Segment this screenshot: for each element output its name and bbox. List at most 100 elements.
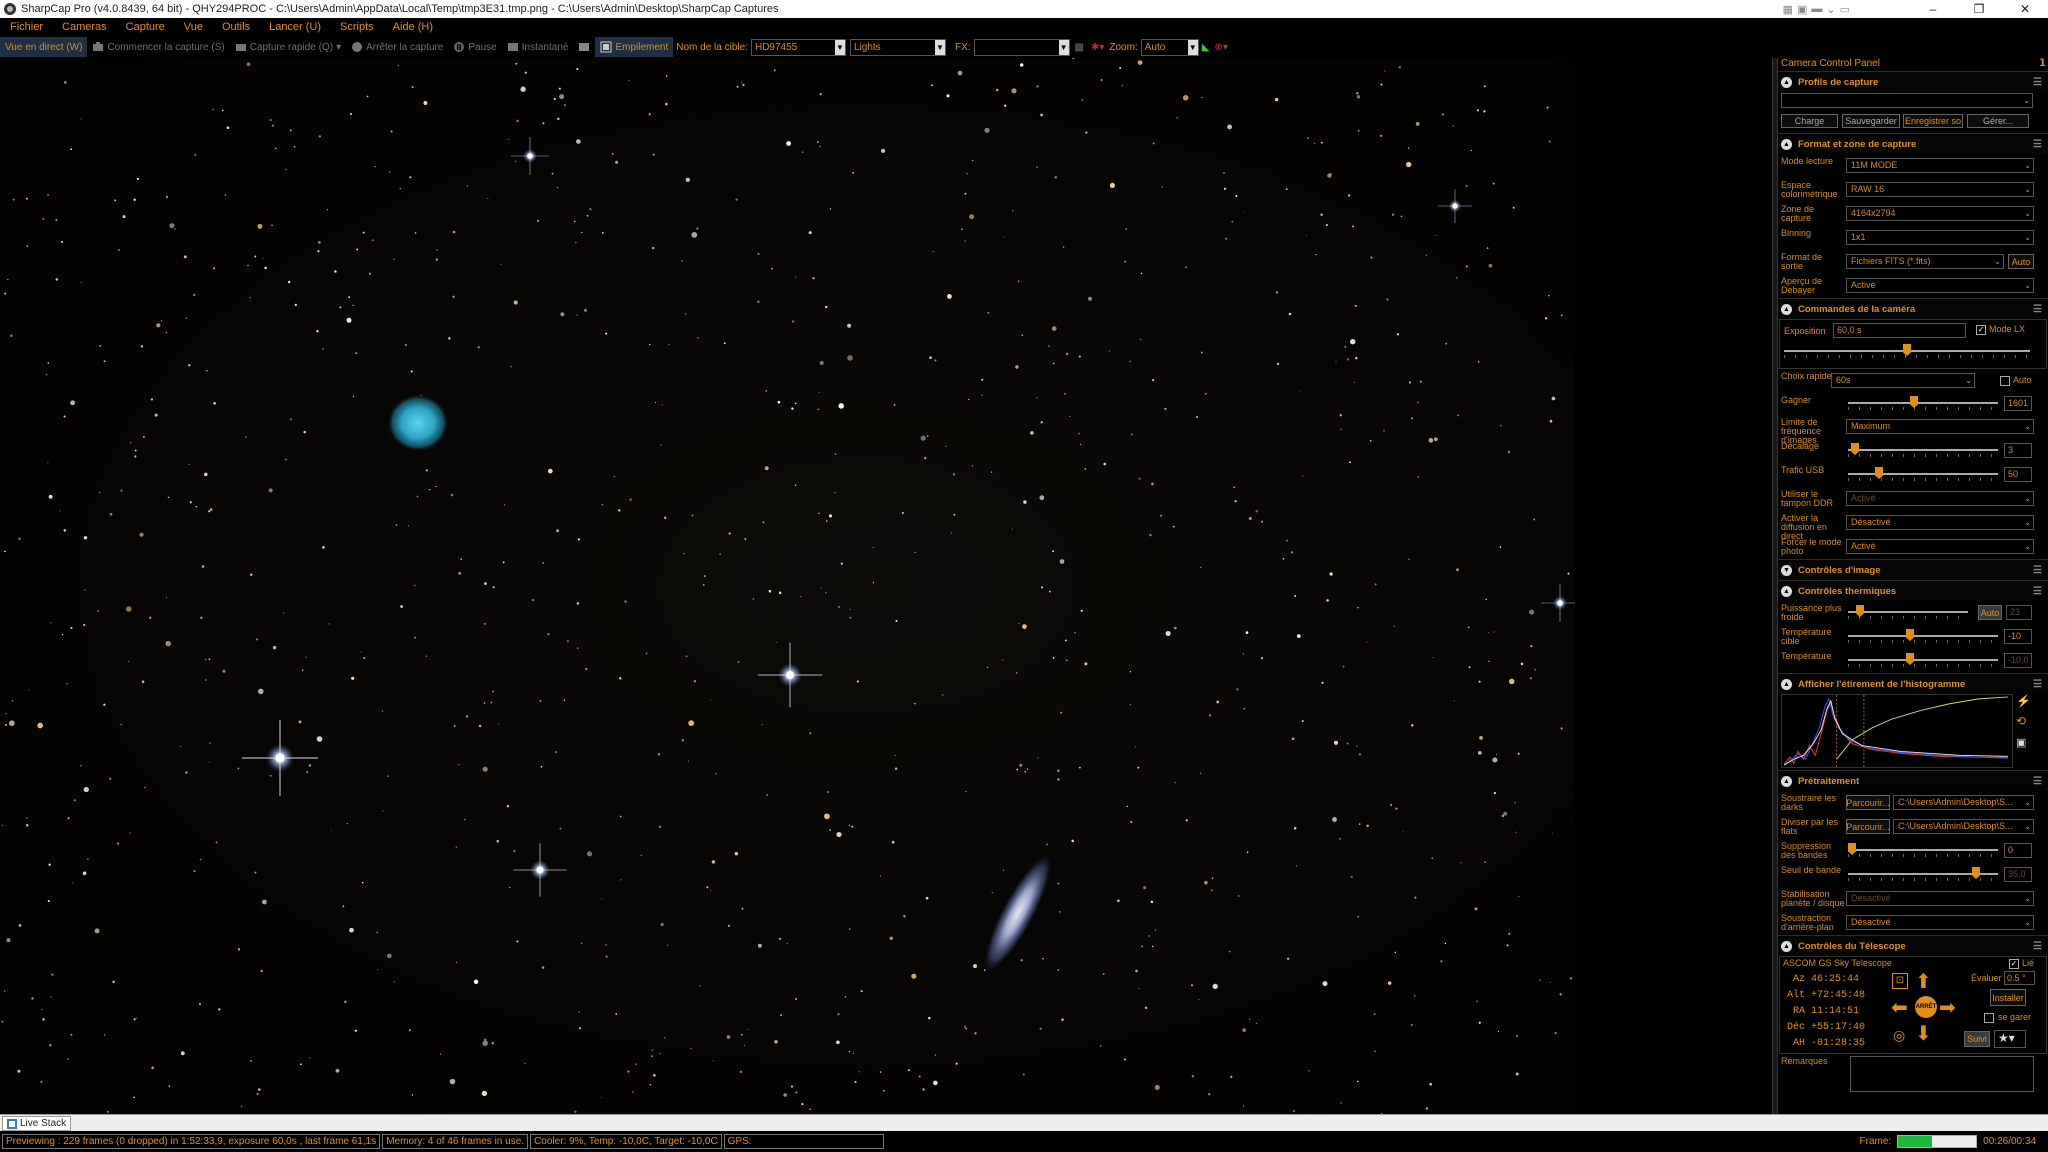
start-capture-button[interactable]: Commencer la capture (S) [87,37,229,57]
linked-checkbox[interactable]: ✓ [2009,959,2019,969]
star-tracking-icon[interactable]: ★▾ [1994,1030,2026,1048]
chevron-down-icon[interactable]: ▼ [834,39,845,55]
minimize-button[interactable]: – [1910,0,1956,18]
banding-slider[interactable] [1848,843,1998,857]
quick-capture-button[interactable]: Capture rapide (Q) ▾ [230,37,346,57]
park-checkbox[interactable] [1984,1013,1994,1023]
chevron-down-icon[interactable]: ▼ [1187,39,1198,55]
usb-input[interactable]: 50 [2004,467,2032,482]
stabilization-dropdown[interactable]: Désactivé ⌄ [1846,891,2034,906]
slew-north-button[interactable]: ⬆ [1915,969,1932,994]
chevron-down-icon[interactable]: ⌄ [1965,374,1972,387]
darks-path-dropdown[interactable]: C:\Users\Admin\Desktop\S... ⌄ [1893,795,2034,810]
threshold-input[interactable]: 35,0 [2004,867,2032,882]
monitor-icon[interactable]: ▭ [1840,3,1850,16]
exposure-slider[interactable] [1784,344,2030,358]
snapshot-button[interactable]: Instantané [502,37,574,57]
notes-textarea[interactable] [1850,1056,2034,1092]
zoom-lens-icon[interactable]: ⊕▾ [1212,37,1229,57]
follow-button[interactable]: Suivi [1964,1031,1990,1047]
expand-icon[interactable]: ▼ [1781,564,1792,576]
close-button[interactable]: ✕ [2002,0,2048,18]
chevron-down-icon[interactable]: ⌄ [2024,916,2031,929]
gain-slider[interactable] [1848,396,1998,410]
load-profile-button[interactable]: Charge [1781,114,1838,128]
zoom-dropdown[interactable]: Auto ▼ [1140,38,1199,56]
chevron-down-icon[interactable]: ⌄ [2024,279,2031,292]
cooler-auto-button[interactable]: Auto [1978,605,2002,620]
reticle-icon[interactable]: ✱▾ [1089,37,1106,57]
stop-capture-button[interactable]: Arrêter la capture [346,37,448,57]
save-profile-button[interactable]: Sauvegarder [1842,114,1900,128]
menu-icon[interactable]: ☰ [2033,776,2042,787]
chevron-down-icon[interactable]: ▼ [1058,39,1069,55]
cooler-power-input[interactable]: 23 [2006,605,2032,620]
chevron-down-icon[interactable]: ⌄ [2024,892,2031,905]
menu-icon[interactable]: ☰ [2033,139,2042,150]
output-auto-button[interactable]: Auto [2008,254,2034,269]
stacking-button[interactable]: Empilement [595,37,674,57]
pause-button[interactable]: Pause [448,37,501,57]
frame-icon[interactable]: ⊡ [1892,973,1908,989]
quick-auto-checkbox[interactable] [2000,376,2010,386]
collapse-icon[interactable]: ▲ [1781,678,1792,690]
framerate-dropdown[interactable]: Maximum ⌄ [1846,419,2034,434]
collapse-icon[interactable]: ▲ [1781,76,1792,88]
fx-dropdown[interactable]: ▼ [973,38,1070,56]
manage-profiles-button[interactable]: Gérer... [1967,114,2029,128]
install-button[interactable]: Installer [1990,989,2026,1006]
preprocessing-header[interactable]: ▲ Prétraitement ☰ [1778,771,2048,791]
banding-input[interactable]: 0 [2004,843,2032,858]
color-space-dropdown[interactable]: RAW 16 ⌄ [1846,182,2034,197]
layout-icon[interactable]: ▣ [1797,3,1807,16]
menu-scripts[interactable]: Scripts [330,21,383,33]
cooler-power-slider[interactable] [1848,605,1968,619]
chevron-down-icon[interactable]: ⌄ [2024,492,2031,505]
live-stack-tab[interactable]: Live Stack [2,1116,72,1131]
flats-path-dropdown[interactable]: C:\Users\Admin\Desktop\S... ⌄ [1893,819,2034,834]
target-name-dropdown[interactable]: HD97455 ▼ [750,38,846,56]
save-as-profile-button[interactable]: Enregistrer so [1903,114,1963,128]
image-controls-header[interactable]: ▼ Contrôles d'image ☰ [1778,560,2048,580]
stream-dropdown[interactable]: Désactivé ⌄ [1846,515,2034,530]
maximize-button[interactable]: ❐ [1956,0,2002,18]
capture-area-dropdown[interactable]: 4164x2794 ⌄ [1846,206,2034,221]
reset-icon[interactable]: ⟲ [2016,714,2026,728]
debayer-dropdown[interactable]: Activé ⌄ [1846,278,2034,293]
browse-flats-button[interactable]: Parcourir... [1846,819,1890,834]
camera-controls-header[interactable]: ▲ Commandes de la caméra ☰ [1778,299,2048,319]
output-format-dropdown[interactable]: Fichiers FITS (*.fits) ⌄ [1846,254,2004,269]
lx-mode-checkbox[interactable]: ✓ [1976,325,1986,335]
chevron-down-icon[interactable]: ⌄ [1826,3,1835,16]
threshold-slider[interactable] [1848,867,1998,881]
binning-dropdown[interactable]: 1x1 ⌄ [1846,230,2034,245]
chevron-down-icon[interactable]: ⌄ [2024,796,2031,809]
menu-capture[interactable]: Capture [116,21,174,33]
menu-icon[interactable]: ☰ [2033,77,2042,88]
save-icon[interactable]: ▣ [2016,736,2026,749]
chevron-down-icon[interactable]: ⌄ [2024,420,2031,433]
profile-dropdown[interactable]: ⌄ [1781,93,2033,108]
menu-icon[interactable]: ☰ [2033,941,2042,952]
histogram-header[interactable]: ▲ Afficher l'étirement de l'histogramme ☰ [1778,674,2048,694]
target-temp-input[interactable]: -10 [2004,629,2032,644]
read-mode-dropdown[interactable]: 11M MODE ⌄ [1846,158,2034,173]
grid-icon[interactable]: ▦ [1783,3,1793,16]
histogram-icon[interactable]: ◣ [1199,37,1213,57]
background-dropdown[interactable]: Désactivé ⌄ [1846,915,2034,930]
thermal-header[interactable]: ▲ Contrôles thermiques ☰ [1778,581,2048,601]
target-temp-slider[interactable] [1848,629,1998,643]
image-viewport[interactable] [0,58,1775,1114]
pin-icon[interactable]: 𝟭 [2039,58,2046,71]
live-view-button[interactable]: Vue en direct (W) [0,37,88,57]
collapse-icon[interactable]: ▲ [1781,940,1792,952]
collapse-icon[interactable]: ▲ [1781,775,1792,787]
collapse-icon[interactable]: ▲ [1781,585,1792,597]
frame-type-dropdown[interactable]: Lights ▼ [849,38,946,56]
photo-mode-dropdown[interactable]: Activé ⌄ [1846,539,2034,554]
quick-choice-dropdown[interactable]: 60s ⌄ [1831,373,1975,388]
collapse-icon[interactable]: ▬ [1811,3,1822,16]
target-icon[interactable]: ◎ [1893,1027,1905,1044]
format-header[interactable]: ▲ Format et zone de capture ☰ [1778,134,2048,154]
profiles-header[interactable]: ▲ Profils de capture ☰ [1778,72,2048,92]
